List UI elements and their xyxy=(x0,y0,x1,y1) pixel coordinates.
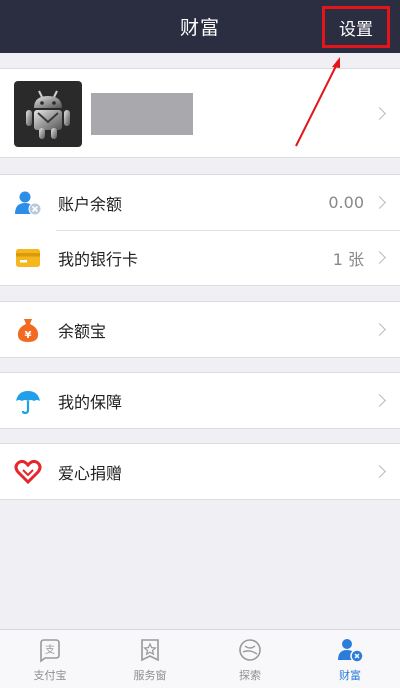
donation-row[interactable]: 爱心捐赠 xyxy=(0,444,400,499)
svg-text:支: 支 xyxy=(45,644,55,656)
yeb-row[interactable]: ¥ 余额宝 xyxy=(0,302,400,357)
tab-label: 支付宝 xyxy=(33,669,67,682)
wealth-user-icon xyxy=(336,636,364,664)
guarantee-group: 我的保障 xyxy=(0,372,400,429)
username-redacted xyxy=(91,93,193,135)
tab-label: 财富 xyxy=(339,669,361,682)
guarantee-row[interactable]: 我的保障 xyxy=(0,373,400,428)
chevron-right-icon xyxy=(373,107,386,120)
chevron-right-icon xyxy=(373,251,386,264)
account-balance-value: 0.00 xyxy=(328,193,364,212)
guarantee-label: 我的保障 xyxy=(58,392,123,412)
umbrella-icon xyxy=(14,387,42,415)
money-bag-icon: ¥ xyxy=(14,316,42,344)
tab-wealth[interactable]: 财富 xyxy=(300,630,400,688)
donation-label: 爱心捐赠 xyxy=(58,463,123,483)
bank-card-icon xyxy=(14,244,42,272)
account-group: 账户余额 0.00 我的银行卡 1 张 xyxy=(0,174,400,286)
donation-group: 爱心捐赠 xyxy=(0,443,400,500)
account-balance-row[interactable]: 账户余额 0.00 xyxy=(0,175,400,230)
compass-icon xyxy=(236,636,264,664)
chevron-right-icon xyxy=(373,465,386,478)
bank-card-count: 1 张 xyxy=(332,249,364,269)
chevron-right-icon xyxy=(373,394,386,407)
star-window-icon xyxy=(136,636,164,664)
tab-explore[interactable]: 探索 xyxy=(200,630,300,688)
user-balance-icon xyxy=(14,189,42,217)
settings-button[interactable]: 设置 xyxy=(322,6,390,48)
yeb-label: 余额宝 xyxy=(58,321,107,341)
bank-card-label: 我的银行卡 xyxy=(58,249,139,269)
bottom-tab-bar: 支 支付宝 服务窗 探索 财富 xyxy=(0,629,400,688)
heart-icon xyxy=(14,458,42,486)
tab-service-window[interactable]: 服务窗 xyxy=(100,630,200,688)
page-title: 财富 xyxy=(179,17,220,39)
tab-alipay[interactable]: 支 支付宝 xyxy=(0,630,100,688)
header-bar: 财富 设置 xyxy=(0,0,400,53)
profile-card[interactable] xyxy=(0,68,400,158)
svg-text:¥: ¥ xyxy=(25,330,32,341)
android-robot-icon xyxy=(26,90,70,139)
alipay-icon: 支 xyxy=(36,636,64,664)
yeb-group: ¥ 余额宝 xyxy=(0,301,400,358)
tab-label: 探索 xyxy=(239,669,261,682)
bank-card-row[interactable]: 我的银行卡 1 张 xyxy=(0,230,400,285)
avatar xyxy=(14,81,82,147)
chevron-right-icon xyxy=(373,323,386,336)
account-balance-label: 账户余额 xyxy=(58,194,123,214)
tab-label: 服务窗 xyxy=(133,669,167,682)
chevron-right-icon xyxy=(373,196,386,209)
